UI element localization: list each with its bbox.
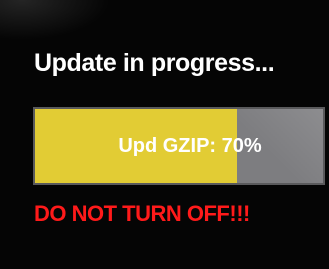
screen-glare [0,0,110,40]
update-progress-bar: Upd GZIP: 70% [33,107,325,185]
do-not-turn-off-warning: DO NOT TURN OFF!!! [34,201,250,226]
progress-label: Upd GZIP: 70% [118,134,262,157]
update-title: Update in progress... [34,49,275,77]
device-screen: Update in progress... Upd GZIP: 70% DO N… [0,0,329,269]
